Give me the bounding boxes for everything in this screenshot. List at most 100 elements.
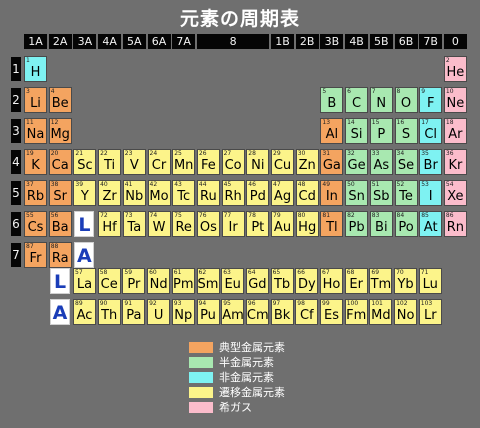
element-cell[interactable]: 22 Ti [98, 149, 122, 175]
element-cell[interactable]: 1H [24, 56, 47, 82]
element-cell[interactable]: 29 Cu [271, 149, 294, 175]
element-cell[interactable]: 4 Be [48, 87, 72, 113]
element-cell[interactable]: 76 Os [196, 211, 220, 237]
element-cell[interactable]: 15 P [369, 118, 393, 144]
element-cell[interactable]: 43 Tc [172, 180, 196, 206]
element-cell[interactable]: 19 K [24, 149, 47, 175]
element-cell[interactable]: 37 Rb [24, 180, 47, 206]
element-cell[interactable]: 40 Zr [98, 180, 122, 206]
element-cell[interactable]: 21 Sc [73, 149, 97, 175]
element-cell[interactable]: 82 Pb [345, 211, 369, 237]
element-cell[interactable]: 90 Th [97, 299, 121, 325]
element-cell[interactable]: 86 Rn [443, 211, 467, 237]
element-cell[interactable]: 88 Ra [48, 242, 72, 268]
element-cell[interactable]: 33 As [369, 149, 393, 175]
element-cell[interactable]: 3 Li [24, 87, 47, 113]
element-cell[interactable]: 8O [394, 87, 418, 113]
element-cell[interactable]: 77 Ir [221, 211, 245, 237]
element-cell[interactable]: 92 U [147, 299, 171, 325]
element-cell[interactable]: 69 Tm [369, 268, 393, 294]
element-cell[interactable]: 50 Sn [345, 180, 369, 206]
element-cell[interactable]: 45 Rh [221, 180, 245, 206]
element-cell[interactable]: 98 Cf [295, 299, 319, 325]
element-cell[interactable]: 23 V [122, 149, 146, 175]
element-cell[interactable]: 103 Lr [418, 299, 442, 325]
element-cell[interactable]: 57 La [73, 268, 96, 294]
element-cell[interactable]: 53 I [419, 180, 443, 206]
element-cell[interactable]: 2 He [443, 56, 467, 82]
element-cell[interactable]: 101 Md [369, 299, 393, 325]
element-cell[interactable]: 18 Ar [443, 118, 467, 144]
element-cell[interactable]: 55 Cs [24, 211, 47, 237]
element-cell[interactable]: 52 Te [394, 180, 418, 206]
element-cell[interactable]: 80 Hg [295, 211, 319, 237]
element-cell[interactable]: 70 Yb [394, 268, 418, 294]
element-cell[interactable]: 68 Er [344, 268, 368, 294]
element-cell[interactable]: 62 Sm [196, 268, 220, 294]
element-cell[interactable]: 75 Re [172, 211, 196, 237]
element-cell[interactable]: 56 Ba [48, 211, 72, 237]
element-cell[interactable]: 67 Ho [320, 268, 343, 294]
element-cell[interactable]: 10 Ne [443, 87, 467, 113]
element-cell[interactable]: 87 Fr [24, 242, 47, 268]
element-cell[interactable]: 72 Hf [98, 211, 122, 237]
element-cell[interactable]: 102 No [394, 299, 418, 325]
element-cell[interactable]: 41 Nb [122, 180, 146, 206]
element-cell[interactable]: 66 Dy [295, 268, 319, 294]
element-cell[interactable]: 83 Bi [369, 211, 393, 237]
element-cell[interactable]: 85 At [419, 211, 443, 237]
element-cell[interactable]: 64 Gd [245, 268, 269, 294]
element-cell[interactable]: 38 Sr [48, 180, 72, 206]
element-cell[interactable]: 60 Nd [147, 268, 171, 294]
element-cell[interactable]: 78 Pt [246, 211, 270, 237]
element-cell[interactable]: 97 Bk [270, 299, 294, 325]
element-cell[interactable]: 20 Ca [48, 149, 72, 175]
element-cell[interactable]: 16 S [394, 118, 418, 144]
element-cell[interactable]: 63 Eu [221, 268, 245, 294]
element-cell[interactable]: 6C [345, 87, 369, 113]
element-cell[interactable]: 14 Si [345, 118, 369, 144]
element-cell[interactable]: 5B [320, 87, 344, 113]
element-cell[interactable]: 48 Cd [295, 180, 319, 206]
element-cell[interactable]: 93 Np [171, 299, 195, 325]
element-cell[interactable]: 39 Y [73, 180, 97, 206]
element-cell[interactable]: 47 Ag [271, 180, 294, 206]
element-cell[interactable]: 17 Cl [419, 118, 443, 144]
element-cell[interactable]: 13 Al [320, 118, 344, 144]
element-cell[interactable]: 54 Xe [443, 180, 467, 206]
element-cell[interactable]: 84 Po [394, 211, 418, 237]
element-cell[interactable]: 51 Sb [369, 180, 393, 206]
element-cell[interactable]: 59 Pr [122, 268, 146, 294]
element-cell[interactable]: 36 Kr [443, 149, 467, 175]
element-cell[interactable]: 44 Ru [196, 180, 220, 206]
element-cell[interactable]: 81 Tl [320, 211, 344, 237]
element-cell[interactable]: 74 W [147, 211, 171, 237]
element-cell[interactable]: 35 Br [419, 149, 443, 175]
element-cell[interactable]: 26 Fe [196, 149, 220, 175]
element-cell[interactable]: 25 Mn [172, 149, 196, 175]
element-cell[interactable]: 27 Co [221, 149, 245, 175]
element-cell[interactable]: 28 Ni [246, 149, 270, 175]
element-cell[interactable]: 34 Se [394, 149, 418, 175]
element-cell[interactable]: 9F [419, 87, 443, 113]
element-cell[interactable]: 61 Pm [171, 268, 195, 294]
element-cell[interactable]: 79 Au [271, 211, 294, 237]
element-cell[interactable]: 71 Lu [418, 268, 442, 294]
element-cell[interactable]: 58 Ce [97, 268, 121, 294]
element-cell[interactable]: 95 Am [221, 299, 245, 325]
element-cell[interactable]: 12 Mg [48, 118, 72, 144]
element-cell[interactable]: 32 Ge [345, 149, 369, 175]
element-cell[interactable]: 96 Cm [245, 299, 269, 325]
element-cell[interactable]: 65 Tb [270, 268, 294, 294]
element-cell[interactable]: 73 Ta [122, 211, 146, 237]
element-cell[interactable]: 99 Es [320, 299, 343, 325]
element-cell[interactable]: 7N [369, 87, 393, 113]
element-cell[interactable]: 89 Ac [73, 299, 96, 325]
element-cell[interactable]: 46 Pd [246, 180, 270, 206]
element-cell[interactable]: 30 Zn [295, 149, 319, 175]
element-cell[interactable]: 91 Pa [122, 299, 146, 325]
element-cell[interactable]: 24 Cr [147, 149, 171, 175]
element-cell[interactable]: 42 Mo [147, 180, 171, 206]
element-cell[interactable]: 49 In [320, 180, 344, 206]
element-cell[interactable]: 11 Na [24, 118, 47, 144]
